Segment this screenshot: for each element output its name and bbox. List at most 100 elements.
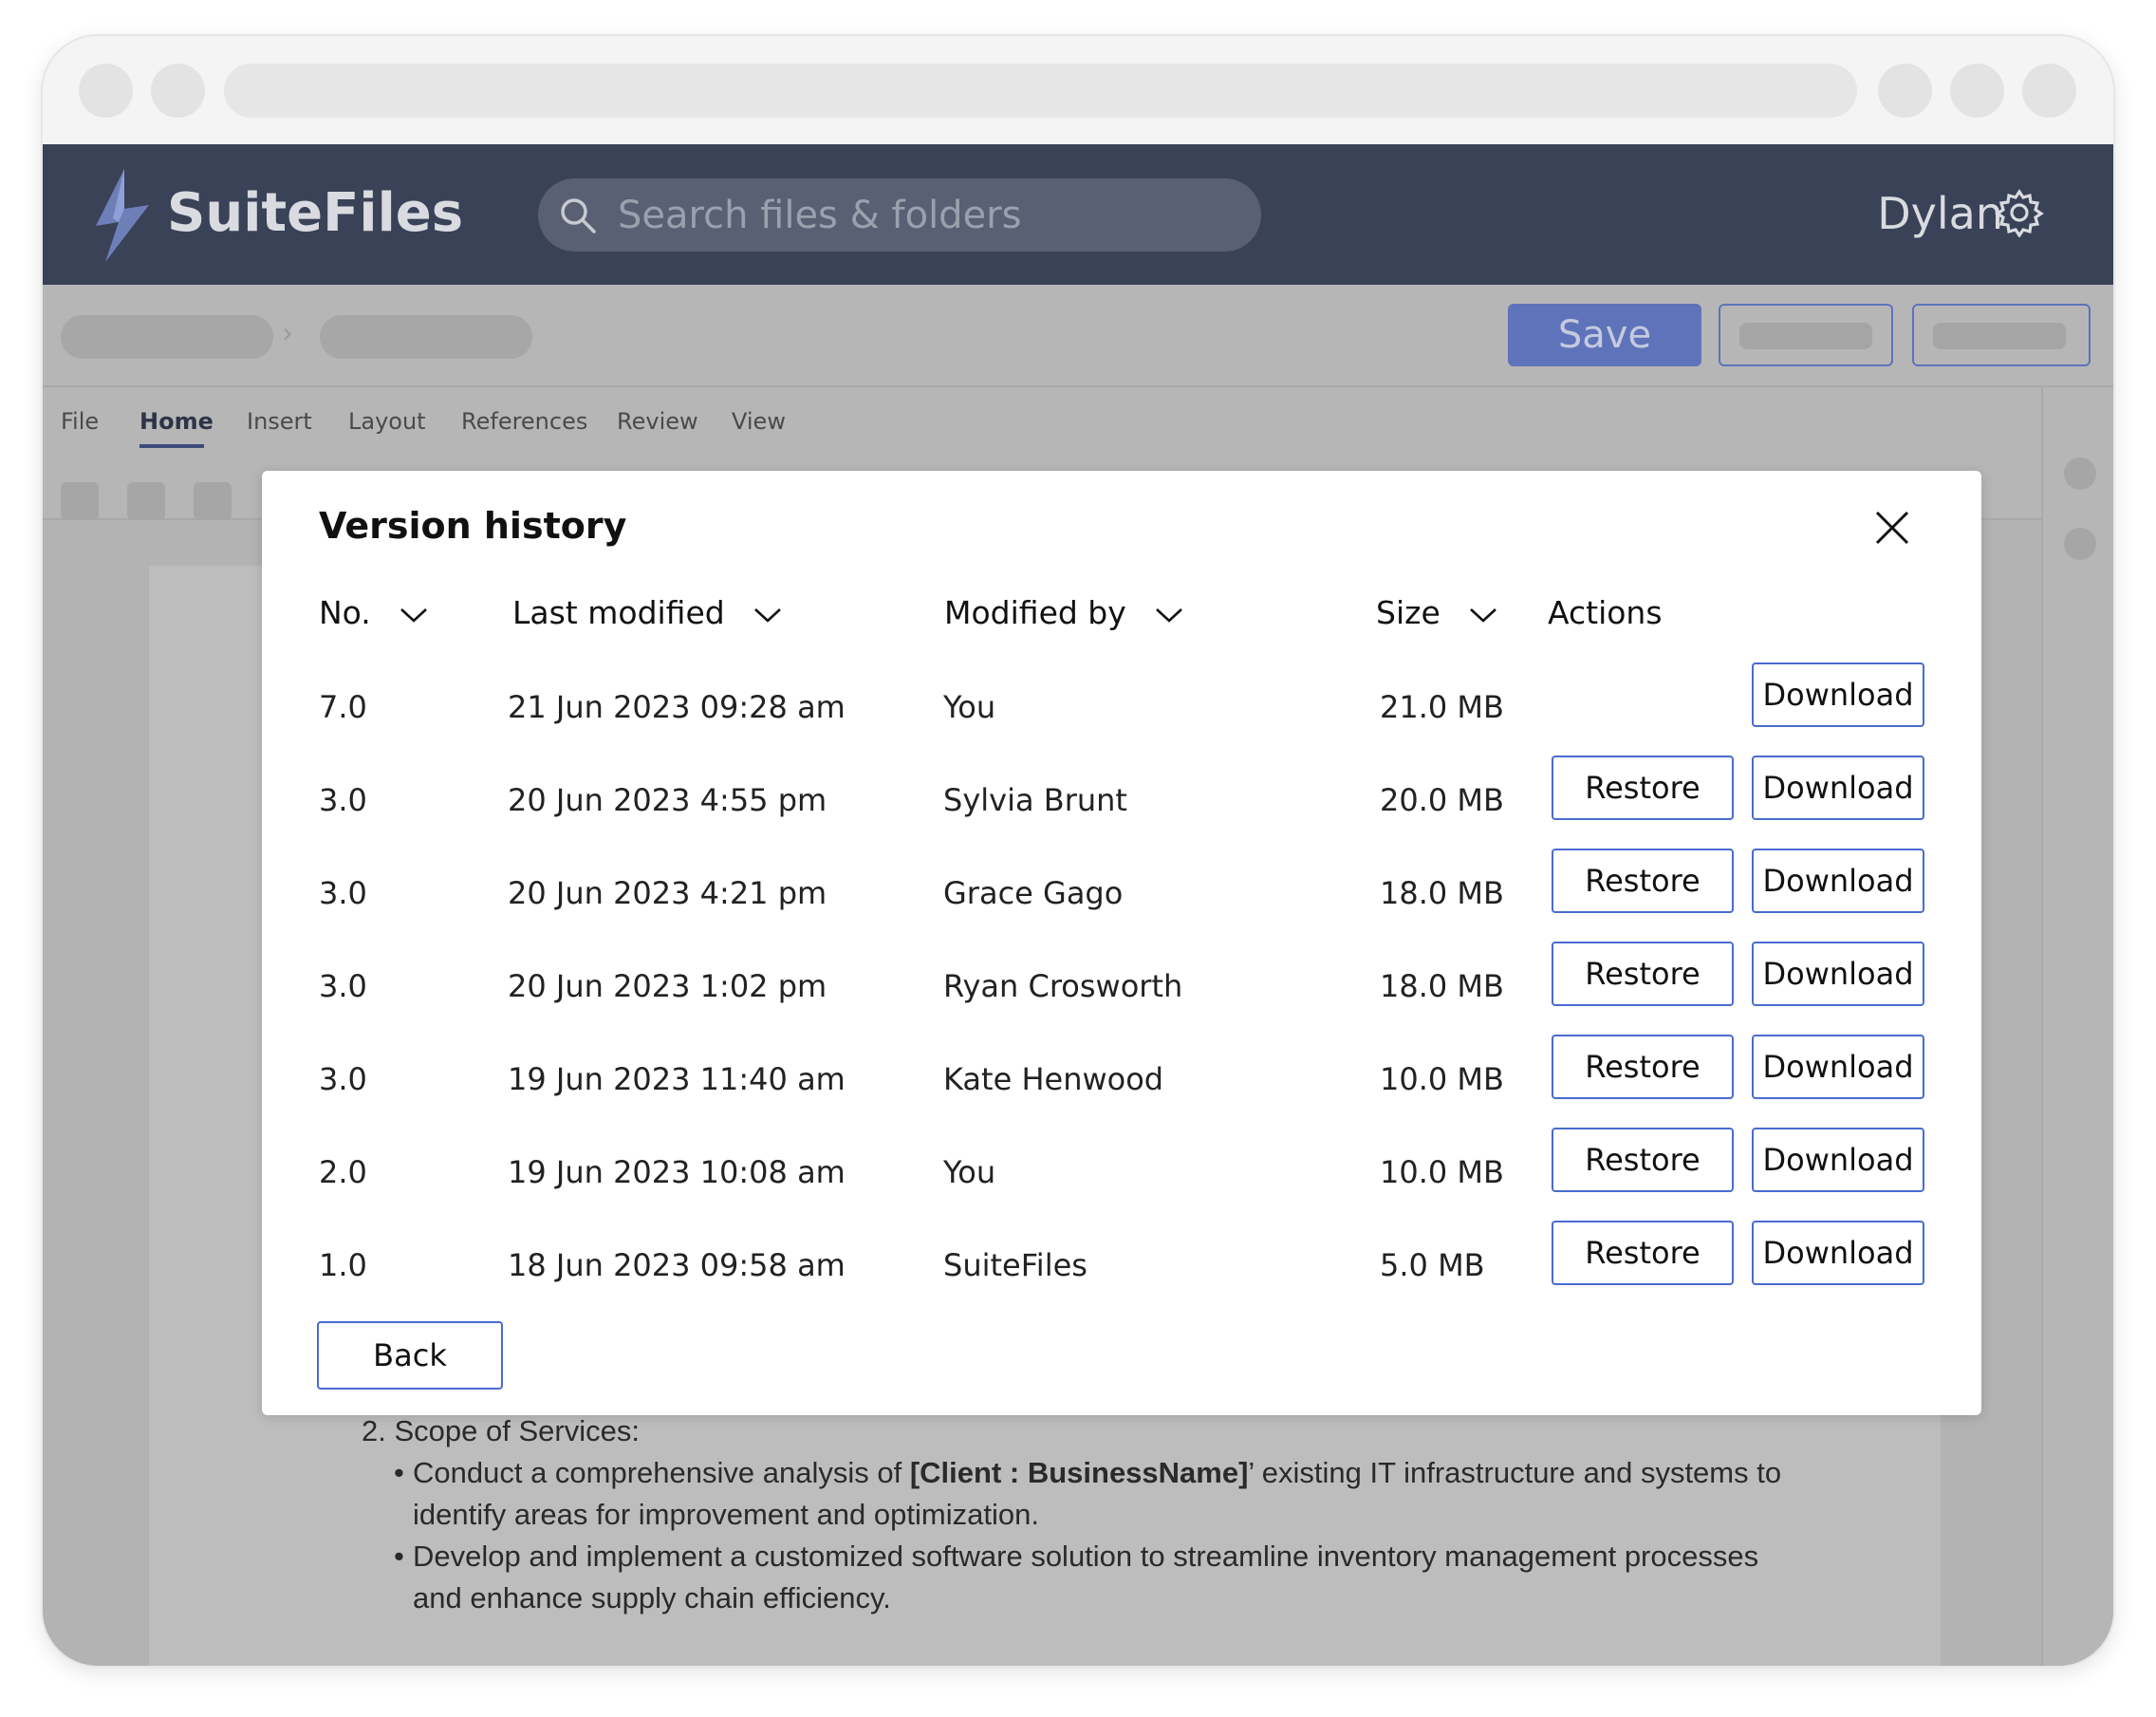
restore-button[interactable]: Restore bbox=[1552, 756, 1734, 820]
download-button[interactable]: Download bbox=[1752, 1128, 1924, 1192]
table-row: 3.0 20 Jun 2023 4:21 pm Grace Gago 18.0 MB R… bbox=[262, 849, 1981, 942]
window-dot-2[interactable] bbox=[151, 64, 205, 118]
app-header: SuiteFiles Search files & folders Dylan bbox=[43, 144, 2113, 285]
search-input[interactable]: Search files & folders bbox=[538, 178, 1261, 252]
tab-view[interactable]: View bbox=[732, 408, 786, 435]
toolbar-button-1[interactable] bbox=[1719, 304, 1893, 366]
column-header-size-label: Size bbox=[1376, 594, 1440, 631]
table-row: 3.0 20 Jun 2023 1:02 pm Ryan Crosworth 18.0… bbox=[262, 942, 1981, 1035]
table-row: 3.0 20 Jun 2023 4:55 pm Sylvia Brunt 20.0 M… bbox=[262, 756, 1981, 849]
table-row: 2.0 19 Jun 2023 10:08 am You 10.0 MB Restore… bbox=[262, 1128, 1981, 1221]
download-button[interactable]: Download bbox=[1752, 849, 1924, 913]
toolbar-button-2[interactable] bbox=[1912, 304, 2091, 366]
chevron-down-icon bbox=[1470, 607, 1497, 623]
bullet-1-text-before: Conduct a comprehensive analysis of bbox=[413, 1456, 910, 1489]
restore-button[interactable]: Restore bbox=[1552, 1035, 1734, 1099]
ribbon-tool-1[interactable] bbox=[61, 482, 99, 520]
tab-insert[interactable]: Insert bbox=[247, 408, 312, 435]
column-header-modified-by[interactable]: Modified by bbox=[944, 594, 1183, 631]
version-number: 3.0 bbox=[319, 1061, 367, 1097]
close-icon[interactable] bbox=[1871, 507, 1913, 549]
table-row: 1.0 18 Jun 2023 09:58 am SuiteFiles 5.0 MB R… bbox=[262, 1221, 1981, 1314]
column-header-actions: Actions bbox=[1548, 594, 1663, 631]
download-button[interactable]: Download bbox=[1752, 942, 1924, 1006]
last-modified: 21 Jun 2023 09:28 am bbox=[508, 689, 846, 725]
restore-button[interactable]: Restore bbox=[1552, 1128, 1734, 1192]
document-section-heading: 2. Scope of Services: bbox=[362, 1410, 640, 1452]
window-dot-1[interactable] bbox=[79, 64, 133, 118]
column-header-modified-by-label: Modified by bbox=[944, 594, 1126, 631]
tab-layout[interactable]: Layout bbox=[348, 408, 426, 435]
brand-name[interactable]: SuiteFiles bbox=[167, 182, 463, 244]
chevron-down-icon bbox=[754, 607, 782, 623]
last-modified: 19 Jun 2023 11:40 am bbox=[508, 1061, 846, 1097]
modified-by: SuiteFiles bbox=[943, 1247, 1087, 1283]
download-button[interactable]: Download bbox=[1752, 1221, 1924, 1285]
document-bullet-1: • Conduct a comprehensive analysis of [C… bbox=[394, 1452, 1798, 1536]
breadcrumb-item-2[interactable] bbox=[320, 315, 532, 359]
column-header-no-label: No. bbox=[319, 594, 371, 631]
dialog-title: Version history bbox=[319, 505, 627, 547]
right-rail bbox=[2041, 387, 2113, 1666]
back-button[interactable]: Back bbox=[317, 1321, 503, 1390]
version-history-dialog: Version history No. Last modified Modifi… bbox=[262, 471, 1981, 1415]
user-name[interactable]: Dylan bbox=[1877, 188, 2003, 239]
gear-icon[interactable] bbox=[1995, 188, 2044, 237]
address-bar[interactable] bbox=[224, 64, 1857, 118]
bullet-dot: • bbox=[394, 1456, 404, 1489]
download-button[interactable]: Download bbox=[1752, 1035, 1924, 1099]
document-toolbar: › Save bbox=[43, 285, 2113, 387]
column-header-last-modified[interactable]: Last modified bbox=[512, 594, 782, 631]
download-button[interactable]: Download bbox=[1752, 663, 1924, 727]
version-number: 3.0 bbox=[319, 968, 367, 1004]
ribbon-tool-2[interactable] bbox=[127, 482, 165, 520]
modified-by: You bbox=[943, 689, 996, 725]
tab-review[interactable]: Review bbox=[617, 408, 698, 435]
modified-by: Kate Henwood bbox=[943, 1061, 1164, 1097]
file-size: 10.0 MB bbox=[1380, 1154, 1504, 1190]
rail-button-1[interactable] bbox=[2064, 457, 2096, 490]
section-title: Scope of Services: bbox=[394, 1414, 640, 1447]
chevron-down-icon bbox=[400, 607, 428, 623]
last-modified: 19 Jun 2023 10:08 am bbox=[508, 1154, 846, 1190]
column-header-size[interactable]: Size bbox=[1376, 594, 1497, 631]
download-button[interactable]: Download bbox=[1752, 756, 1924, 820]
version-number: 3.0 bbox=[319, 875, 367, 911]
browser-button-2[interactable] bbox=[1950, 64, 2004, 118]
table-row: 3.0 19 Jun 2023 11:40 am Kate Henwood 10.0 … bbox=[262, 1035, 1981, 1128]
active-tab-indicator bbox=[139, 444, 204, 448]
search-icon bbox=[561, 198, 596, 233]
last-modified: 20 Jun 2023 4:21 pm bbox=[508, 875, 827, 911]
modified-by: Grace Gago bbox=[943, 875, 1124, 911]
rail-button-2[interactable] bbox=[2064, 528, 2096, 560]
document-bullet-2: • Develop and implement a customized sof… bbox=[394, 1536, 1798, 1619]
table-row: 7.0 21 Jun 2023 09:28 am You 21.0 MB Downloa… bbox=[262, 663, 1981, 756]
browser-button-1[interactable] bbox=[1878, 64, 1932, 118]
tab-file[interactable]: File bbox=[61, 408, 99, 435]
tab-references[interactable]: References bbox=[461, 408, 587, 435]
file-size: 21.0 MB bbox=[1380, 689, 1504, 725]
chevron-right-icon: › bbox=[282, 317, 293, 350]
version-number: 1.0 bbox=[319, 1247, 367, 1283]
chevron-down-icon bbox=[1156, 607, 1183, 623]
tab-home[interactable]: Home bbox=[139, 408, 214, 435]
file-size: 5.0 MB bbox=[1380, 1247, 1485, 1283]
restore-button[interactable]: Restore bbox=[1552, 1221, 1734, 1285]
column-header-no[interactable]: No. bbox=[319, 594, 428, 631]
browser-window: SuiteFiles Search files & folders Dylan … bbox=[43, 36, 2113, 1666]
file-size: 20.0 MB bbox=[1380, 782, 1504, 818]
modified-by: Ryan Crosworth bbox=[943, 968, 1183, 1004]
restore-button[interactable]: Restore bbox=[1552, 942, 1734, 1006]
file-size: 18.0 MB bbox=[1380, 875, 1504, 911]
breadcrumb-item-1[interactable] bbox=[61, 315, 273, 359]
save-button[interactable]: Save bbox=[1508, 304, 1701, 366]
browser-button-3[interactable] bbox=[2022, 64, 2076, 118]
last-modified: 20 Jun 2023 4:55 pm bbox=[508, 782, 827, 818]
last-modified: 20 Jun 2023 1:02 pm bbox=[508, 968, 827, 1004]
ribbon-tool-3[interactable] bbox=[194, 482, 232, 520]
search-placeholder: Search files & folders bbox=[618, 194, 1022, 237]
restore-button[interactable]: Restore bbox=[1552, 849, 1734, 913]
modified-by: Sylvia Brunt bbox=[943, 782, 1127, 818]
bullet-1-text-bold: [Client : BusinessName] bbox=[909, 1456, 1249, 1489]
file-size: 10.0 MB bbox=[1380, 1061, 1504, 1097]
